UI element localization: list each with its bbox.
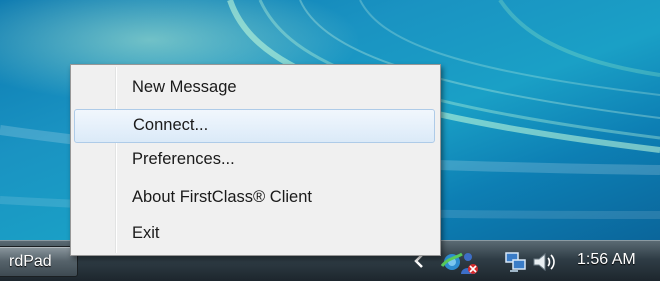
menu-item-label: Preferences... (132, 150, 235, 168)
menu-item-connect[interactable]: Connect... (74, 109, 435, 143)
system-clock[interactable]: 1:56 AM (577, 251, 636, 269)
menu-item-label: Connect... (133, 116, 209, 134)
menu-item-new-message[interactable]: New Message (74, 71, 435, 105)
firstclass-client-icon[interactable] (440, 248, 480, 276)
network-icon[interactable] (504, 251, 528, 273)
taskbar-button-label: rdPad (9, 253, 52, 270)
menu-item-preferences[interactable]: Preferences... (74, 143, 435, 177)
menu-item-about-firstclass-client[interactable]: About FirstClass® Client (74, 181, 435, 215)
menu-item-exit[interactable]: Exit (74, 217, 435, 251)
menu-item-label: New Message (132, 78, 237, 96)
volume-icon[interactable] (532, 251, 558, 273)
menu-item-label: About FirstClass® Client (132, 188, 312, 206)
tray-context-menu: New Message Connect... Preferences... Ab… (70, 64, 441, 256)
taskbar-button-wordpad[interactable]: rdPad (0, 246, 78, 277)
menu-item-label: Exit (132, 224, 160, 242)
